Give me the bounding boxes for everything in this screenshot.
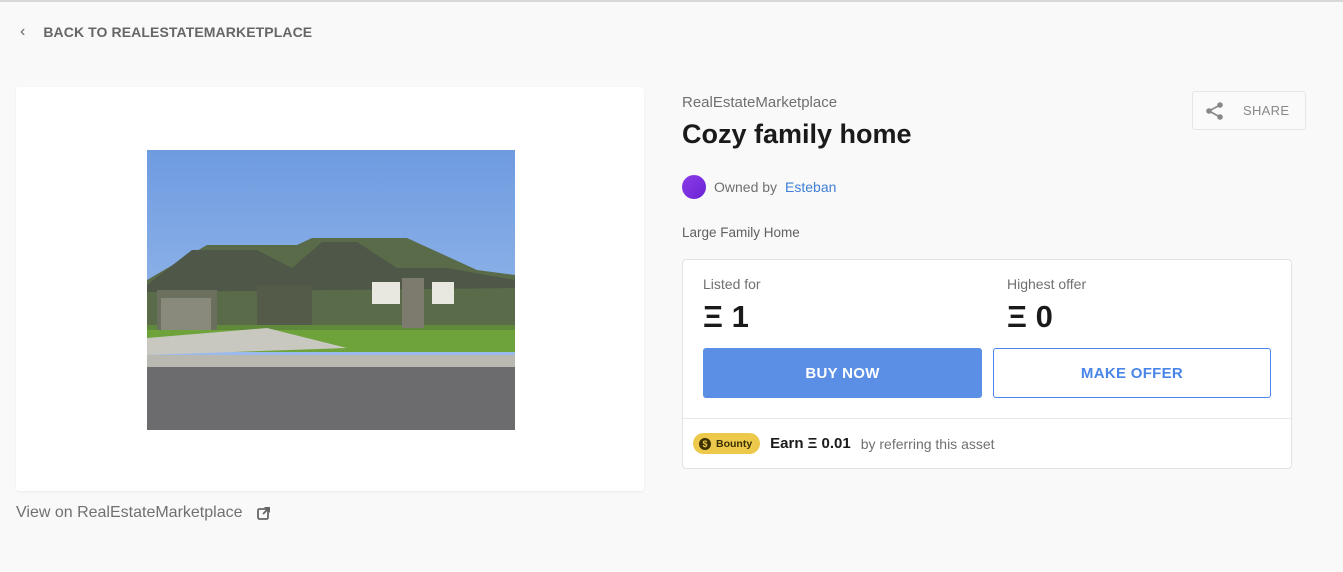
highest-offer-label: Highest offer [1007, 276, 1087, 292]
bounty-row: $ Bounty Earn Ξ 0.01 by referring this a… [693, 433, 995, 454]
asset-image-card [16, 87, 644, 491]
coin-icon: $ [699, 437, 711, 450]
share-icon [1206, 101, 1223, 120]
asset-title: Cozy family home [682, 119, 912, 149]
owned-by-label: Owned by [714, 179, 778, 195]
chevron-left-icon: ‹ [20, 23, 26, 40]
buy-now-button[interactable]: BUY NOW [703, 348, 982, 398]
bounty-earn-amount: Earn Ξ 0.01 [770, 435, 851, 452]
back-to-collection-link[interactable]: ‹ BACK TO REALESTATEMARKETPLACE [20, 23, 313, 41]
price-card: Listed for Ξ 1 Highest offer Ξ 0 BUY NOW… [682, 259, 1292, 469]
owner-row: Owned by Esteban [682, 175, 836, 199]
back-link-label: BACK TO REALESTATEMARKETPLACE [43, 24, 313, 40]
owner-name-link[interactable]: Esteban [785, 179, 836, 195]
avatar[interactable] [682, 175, 706, 199]
share-label: SHARE [1243, 103, 1290, 118]
divider [683, 418, 1291, 419]
listed-price: Ξ 1 [703, 299, 749, 334]
share-button[interactable]: SHARE [1192, 91, 1306, 130]
bounty-badge-label: Bounty [716, 437, 753, 450]
make-offer-button[interactable]: MAKE OFFER [993, 348, 1271, 398]
asset-description: Large Family Home [682, 225, 800, 240]
view-on-collection-link[interactable]: View on RealEstateMarketplace [16, 504, 271, 522]
view-link-label: View on RealEstateMarketplace [16, 504, 243, 521]
external-link-icon [256, 507, 270, 520]
bounty-note: by referring this asset [860, 435, 995, 452]
highest-offer-value: Ξ 0 [1007, 299, 1053, 334]
house-photo [147, 150, 515, 430]
bounty-badge: $ Bounty [693, 433, 761, 454]
listed-for-label: Listed for [703, 276, 761, 292]
collection-name[interactable]: RealEstateMarketplace [682, 94, 837, 111]
